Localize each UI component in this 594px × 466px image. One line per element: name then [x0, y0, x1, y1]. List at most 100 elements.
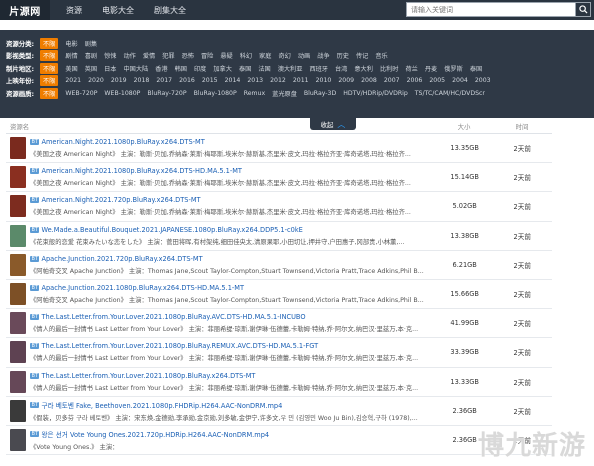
header-size[interactable]: 大小 — [436, 122, 492, 131]
resource-link[interactable]: American.Night.2021.1080p.BluRay.x264.DT… — [41, 138, 204, 146]
filter-option[interactable]: 惊悚 — [104, 51, 116, 60]
poster-thumbnail[interactable] — [10, 283, 26, 306]
filter-option-active[interactable]: 不限 — [40, 87, 59, 99]
search-button[interactable] — [576, 2, 591, 17]
filter-option[interactable]: BluRay-1080P — [194, 90, 237, 97]
poster-thumbnail[interactable] — [10, 428, 26, 451]
filter-option[interactable]: 战争 — [317, 51, 329, 60]
nav-item-resources[interactable]: 资源 — [56, 0, 92, 20]
filter-option[interactable]: 2005 — [429, 77, 445, 84]
search-input[interactable] — [406, 2, 576, 17]
filter-option[interactable]: 蓝光原盘 — [272, 89, 297, 98]
poster-thumbnail[interactable] — [10, 312, 26, 335]
resource-link[interactable]: Apache.Junction.2021.1080p.BluRay.x264.D… — [41, 284, 244, 292]
filter-option[interactable]: 2020 — [88, 77, 104, 84]
resource-link[interactable]: The.Last.Letter.from.Your.Lover.2021.108… — [41, 342, 318, 350]
filter-option[interactable]: 2011 — [293, 77, 309, 84]
filter-option[interactable]: 2008 — [361, 77, 377, 84]
filter-option-active[interactable]: 不限 — [40, 50, 59, 62]
filter-option[interactable]: 2009 — [338, 77, 354, 84]
filter-option[interactable]: TS/TC/CAM/HC/DVDScr — [415, 90, 485, 97]
resource-link[interactable]: The.Last.Letter.from.Your.Lover.2021.108… — [41, 313, 305, 321]
filter-option[interactable]: 2013 — [247, 77, 263, 84]
resource-link[interactable]: 왕은 선거 Vote Young Ones.2021.720p.HDRip.H2… — [41, 429, 269, 439]
resource-link[interactable]: Apache.Junction.2021.720p.BluRay.x264.DT… — [41, 255, 202, 263]
filter-option[interactable]: 日本 — [104, 64, 116, 73]
filter-option[interactable]: 犯罪 — [162, 51, 174, 60]
filter-option[interactable]: 2019 — [111, 77, 127, 84]
filter-option[interactable]: 电影 — [65, 39, 77, 48]
filter-option[interactable]: 泰国 — [470, 64, 482, 73]
poster-thumbnail[interactable] — [10, 341, 26, 364]
poster-thumbnail[interactable] — [10, 137, 26, 160]
filter-option[interactable]: 台湾 — [335, 64, 347, 73]
filter-option[interactable]: 奇幻 — [279, 51, 291, 60]
filter-option[interactable]: 动作 — [124, 51, 136, 60]
filter-option[interactable]: 悬疑 — [220, 51, 232, 60]
poster-thumbnail[interactable] — [10, 195, 26, 218]
filter-option[interactable]: 美国 — [65, 64, 77, 73]
header-time[interactable]: 时间 — [492, 122, 552, 131]
filter-option[interactable]: 2003 — [475, 77, 491, 84]
filter-option[interactable]: 2014 — [225, 77, 241, 84]
filter-option[interactable]: 2006 — [407, 77, 423, 84]
resource-link[interactable]: 구라 베토벤 Fake, Beethoven.2021.1080p.FHDRip… — [41, 400, 282, 410]
filter-option[interactable]: 传记 — [356, 51, 368, 60]
filter-option[interactable]: 丹麦 — [425, 64, 437, 73]
filter-option[interactable]: 西班牙 — [309, 64, 328, 73]
filter-option[interactable]: 2004 — [452, 77, 468, 84]
filter-option[interactable]: 2016 — [179, 77, 195, 84]
filter-option[interactable]: 音乐 — [375, 51, 387, 60]
filter-option[interactable]: 剧情 — [65, 51, 77, 60]
filter-option[interactable]: 2007 — [384, 77, 400, 84]
filter-option[interactable]: 韩国 — [175, 64, 187, 73]
filter-option[interactable]: 泰国 — [239, 64, 251, 73]
filter-option[interactable]: 中国大陆 — [124, 64, 149, 73]
resource-link[interactable]: The.Last.Letter.from.Your.Lover.2021.108… — [41, 372, 255, 380]
filter-option[interactable]: 比利时 — [380, 64, 399, 73]
filter-option[interactable]: BluRay-3D — [304, 90, 336, 97]
filter-option[interactable]: 动画 — [298, 51, 310, 60]
nav-item-series[interactable]: 剧集大全 — [144, 0, 196, 20]
filter-option[interactable]: HDTV/HDRip/DVDRip — [343, 90, 408, 97]
filter-option[interactable]: 2017 — [156, 77, 172, 84]
filter-option[interactable]: WEB-720P — [65, 90, 97, 97]
filter-option[interactable]: 2010 — [316, 77, 332, 84]
filter-option-active[interactable]: 不限 — [40, 62, 59, 74]
filter-option[interactable]: 2015 — [202, 77, 218, 84]
filter-option[interactable]: 历史 — [337, 51, 349, 60]
filter-option-active[interactable]: 不限 — [40, 37, 59, 49]
filter-option[interactable]: 冒险 — [201, 51, 213, 60]
filter-option[interactable]: 2018 — [134, 77, 150, 84]
filter-option[interactable]: 喜剧 — [85, 51, 97, 60]
filter-option[interactable]: 剧集 — [85, 39, 97, 48]
nav-item-movies[interactable]: 电影大全 — [92, 0, 144, 20]
poster-thumbnail[interactable] — [10, 224, 26, 247]
filter-option[interactable]: 爱情 — [143, 51, 155, 60]
site-logo[interactable]: 片源网 — [0, 0, 50, 20]
filter-option[interactable]: 澳大利亚 — [278, 64, 303, 73]
poster-thumbnail[interactable] — [10, 166, 26, 189]
resource-link[interactable]: We.Made.a.Beautiful.Bouquet.2021.JAPANES… — [41, 226, 302, 234]
resource-link[interactable]: American.Night.2021.720p.BluRay.x264.DTS… — [41, 196, 200, 204]
filter-option[interactable]: 俄罗斯 — [444, 64, 463, 73]
filter-option-active[interactable]: 不限 — [40, 75, 59, 87]
filter-option[interactable]: 2012 — [270, 77, 286, 84]
filter-option[interactable]: 香港 — [155, 64, 167, 73]
filter-option[interactable]: 荷兰 — [406, 64, 418, 73]
filter-option[interactable]: 印度 — [194, 64, 206, 73]
resource-link[interactable]: American.Night.2021.1080p.BluRay.x264.DT… — [41, 167, 241, 175]
filter-option[interactable]: Remux — [244, 90, 265, 97]
poster-thumbnail[interactable] — [10, 370, 26, 393]
filter-option[interactable]: 加拿大 — [213, 64, 232, 73]
filter-option[interactable]: 恐怖 — [182, 51, 194, 60]
poster-thumbnail[interactable] — [10, 399, 26, 422]
filter-option[interactable]: BluRay-720P — [147, 90, 186, 97]
filter-option[interactable]: WEB-1080P — [104, 90, 140, 97]
filter-option[interactable]: 英国 — [85, 64, 97, 73]
filter-option[interactable]: 2021 — [65, 77, 81, 84]
poster-thumbnail[interactable] — [10, 253, 26, 276]
filter-option[interactable]: 意大利 — [354, 64, 373, 73]
filter-option[interactable]: 家庭 — [259, 51, 271, 60]
filter-option[interactable]: 科幻 — [240, 51, 252, 60]
